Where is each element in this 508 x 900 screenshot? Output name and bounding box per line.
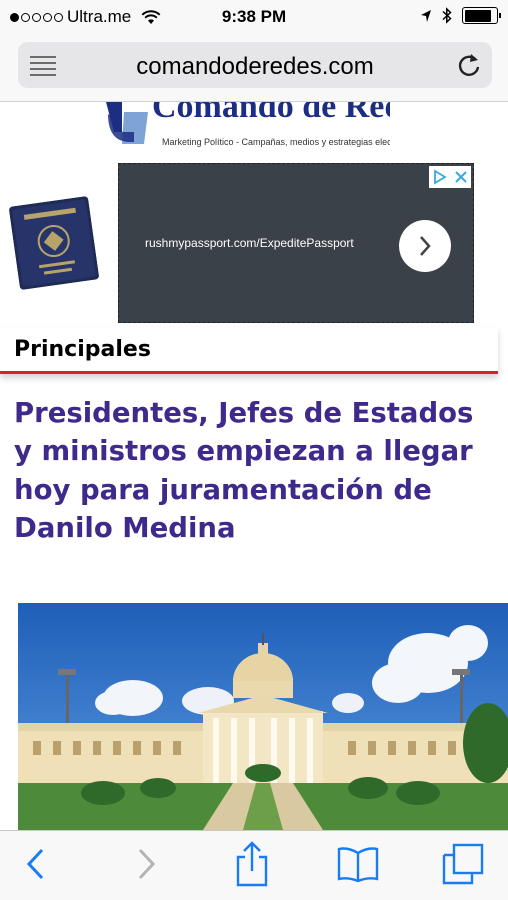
ad-open-button[interactable] — [399, 220, 451, 272]
article-image[interactable] — [18, 603, 508, 830]
browser-address-area: comandoderedes.com — [0, 34, 508, 102]
status-bar: Ultra.me 9:38 PM — [0, 0, 508, 34]
ad-close-icon[interactable] — [454, 170, 468, 184]
article-headline[interactable]: Presidentes, Jefes de Estados y ministro… — [14, 394, 494, 548]
bookmarks-icon[interactable] — [336, 845, 380, 883]
section-title: Principales — [14, 337, 151, 362]
browser-toolbar — [0, 830, 508, 900]
logo-mark-icon — [106, 102, 148, 144]
ad-banner[interactable]: rushmypassport.com/ExpeditePassport — [118, 163, 474, 323]
reload-icon[interactable] — [456, 51, 482, 79]
logo-text: Comando de Redes — [152, 102, 390, 125]
url-text[interactable]: comandoderedes.com — [18, 53, 492, 81]
tabs-icon[interactable] — [442, 843, 484, 885]
location-arrow-icon — [421, 9, 431, 22]
site-logo[interactable]: Comando de Redes Marketing Político - Ca… — [100, 102, 390, 154]
logo-tagline: Marketing Político - Campañas, medios y … — [162, 137, 390, 147]
section-header: Principales — [0, 327, 498, 374]
ad-choices-icon[interactable] — [432, 169, 448, 185]
address-bar[interactable]: comandoderedes.com — [18, 42, 492, 88]
advertisement[interactable]: rushmypassport.com/ExpeditePassport — [0, 163, 508, 323]
bluetooth-icon — [442, 7, 452, 24]
ad-choices[interactable] — [429, 166, 471, 188]
battery-level — [464, 9, 491, 22]
back-chevron-icon[interactable] — [24, 847, 48, 881]
national-palace-photo[interactable] — [18, 603, 508, 830]
chevron-right-icon — [420, 236, 431, 256]
share-icon[interactable] — [234, 841, 270, 887]
passport-image[interactable] — [9, 196, 100, 290]
forward-chevron-icon[interactable] — [134, 847, 158, 881]
ad-url-text[interactable]: rushmypassport.com/ExpeditePassport — [145, 236, 354, 250]
battery-icon — [462, 7, 501, 24]
